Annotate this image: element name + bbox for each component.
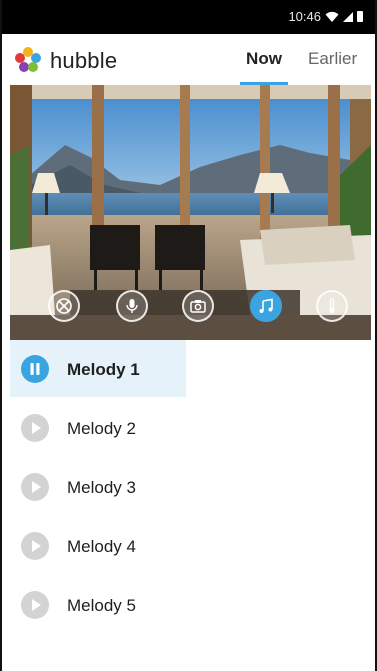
battery-icon (357, 11, 363, 22)
tab-now[interactable]: Now (234, 49, 294, 85)
melody-button[interactable] (250, 290, 282, 322)
play-button[interactable] (21, 591, 49, 619)
melody-item-2[interactable]: Melody 2 (10, 399, 371, 458)
play-button[interactable] (21, 414, 49, 442)
play-icon (32, 599, 41, 611)
melody-label: Melody 1 (67, 360, 140, 379)
pause-button[interactable] (21, 355, 49, 383)
hubble-logo-icon (15, 47, 41, 72)
pause-icon (30, 363, 40, 375)
play-icon (32, 540, 41, 552)
camera-live-view[interactable] (10, 85, 371, 340)
melody-label: Melody 5 (67, 596, 136, 615)
pan-tilt-button[interactable] (48, 290, 80, 322)
thermometer-icon (329, 298, 335, 314)
tab-earlier[interactable]: Earlier (308, 49, 357, 69)
status-bar: 10:46 (2, 0, 375, 34)
melody-list: Melody 1 Melody 2 Melody 3 Melody 4 Melo… (10, 340, 371, 635)
melody-label: Melody 2 (67, 419, 136, 438)
melody-item-4[interactable]: Melody 4 (10, 517, 371, 576)
music-note-icon (259, 298, 273, 313)
app-name: hubble (50, 48, 118, 73)
play-icon (32, 422, 41, 434)
wifi-icon (325, 11, 339, 22)
temperature-button[interactable] (316, 290, 348, 322)
phone-screen: 10:46 hubble Now Earlier Melody 1 Melody… (0, 0, 377, 671)
microphone-button[interactable] (116, 290, 148, 322)
camera-icon (190, 300, 206, 313)
camera-controls-bar (10, 285, 371, 335)
app-header: hubble Now Earlier (2, 34, 375, 85)
melody-item-3[interactable]: Melody 3 (10, 458, 371, 517)
microphone-icon (126, 299, 138, 313)
signal-icon (343, 11, 353, 22)
status-indicators: 10:46 (288, 9, 363, 24)
melody-label: Melody 3 (67, 478, 136, 497)
play-icon (32, 481, 41, 493)
snapshot-button[interactable] (182, 290, 214, 322)
melody-label: Melody 4 (67, 537, 136, 556)
melody-item-5[interactable]: Melody 5 (10, 576, 371, 635)
status-time: 10:46 (288, 9, 321, 24)
pan-tilt-icon (56, 298, 72, 314)
play-button[interactable] (21, 532, 49, 560)
play-button[interactable] (21, 473, 49, 501)
melody-item-1[interactable]: Melody 1 (10, 340, 371, 399)
tab-now-label: Now (246, 49, 282, 68)
